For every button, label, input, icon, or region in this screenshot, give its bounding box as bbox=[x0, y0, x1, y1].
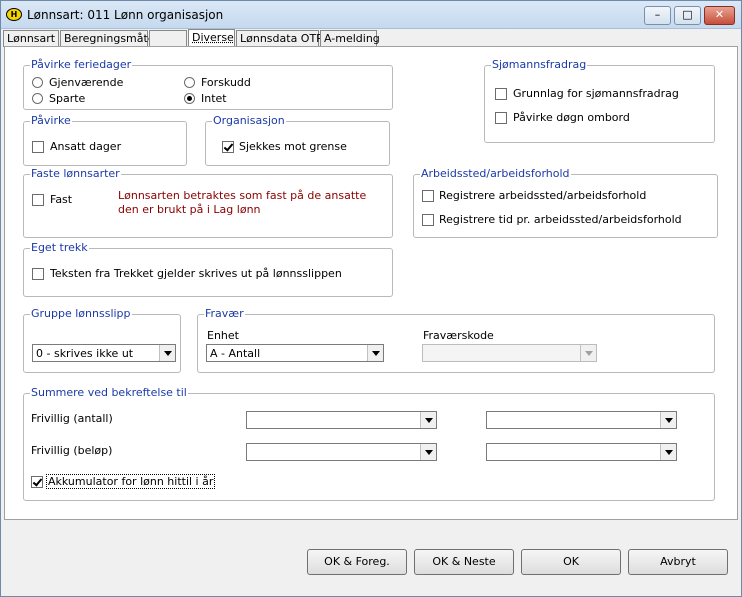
summere-title: Summere ved bekreftelse til bbox=[30, 386, 188, 399]
radio-gjenvaerende-label: Gjenværende bbox=[49, 76, 124, 89]
fravaerskode-label: Fraværskode bbox=[423, 329, 494, 342]
title-bar[interactable]: H Lønnsart: 011 Lønn organisasjon – □ ✕ bbox=[1, 1, 741, 29]
minimize-button[interactable]: – bbox=[644, 6, 671, 25]
tab-a-melding[interactable]: A-melding bbox=[320, 30, 380, 47]
sjomann-title: Sjømannsfradrag bbox=[491, 58, 588, 71]
radio-forskudd-label: Forskudd bbox=[201, 76, 251, 89]
checkbox-registrere-tid[interactable] bbox=[422, 214, 434, 226]
tab-lonnsart[interactable]: Lønnsart bbox=[3, 30, 59, 47]
checkbox-grunnlag-sjomann-label: Grunnlag for sjømannsfradrag bbox=[513, 87, 679, 100]
radio-intet[interactable] bbox=[184, 93, 195, 104]
checkbox-registrere-arbeidssted-label: Registrere arbeidssted/arbeidsforhold bbox=[439, 189, 647, 202]
enhet-value: A - Antall bbox=[210, 347, 261, 360]
arbeidssted-group: Arbeidssted/arbeidsforhold Registrere ar… bbox=[413, 167, 718, 238]
faste-group: Faste lønnsarter Fast Lønnsarten betrakt… bbox=[23, 167, 393, 238]
pavirke-title: Påvirke bbox=[30, 114, 72, 127]
gruppe-lonnsslipp-value: 0 - skrives ikke ut bbox=[36, 347, 134, 360]
gruppe-title: Gruppe lønnsslipp bbox=[30, 307, 132, 320]
close-button[interactable]: ✕ bbox=[704, 6, 735, 25]
window-title: Lønnsart: 011 Lønn organisasjon bbox=[27, 8, 224, 22]
frivillig-belop-select-1[interactable] bbox=[246, 443, 437, 461]
checkbox-fast[interactable] bbox=[32, 194, 44, 206]
chevron-down-icon[interactable] bbox=[660, 444, 676, 460]
checkbox-fast-label: Fast bbox=[50, 193, 73, 206]
checkbox-sjekkes-grense-label: Sjekkes mot grense bbox=[239, 140, 347, 153]
checkbox-sjekkes-grense[interactable] bbox=[222, 141, 234, 153]
checkbox-tekst-trekk-label: Teksten fra Trekket gjelder skrives ut p… bbox=[50, 267, 342, 280]
fravaerskode-select[interactable] bbox=[422, 344, 597, 362]
feriedager-title: Påvirke feriedager bbox=[30, 58, 133, 71]
arbeidssted-title: Arbeidssted/arbeidsforhold bbox=[420, 167, 571, 180]
checkbox-akkumulator[interactable] bbox=[31, 476, 43, 488]
faste-title: Faste lønnsarter bbox=[30, 167, 121, 180]
radio-sparte[interactable] bbox=[32, 93, 43, 104]
sjomann-group: Sjømannsfradrag Grunnlag for sjømannsfra… bbox=[484, 58, 715, 143]
faste-info-text: Lønnsarten betraktes som fast på de ansa… bbox=[118, 189, 367, 216]
gruppe-group: Gruppe lønnsslipp 0 - skrives ikke ut bbox=[23, 307, 181, 373]
checkbox-registrere-tid-label: Registrere tid pr. arbeidssted/arbeidsfo… bbox=[439, 213, 682, 226]
chevron-down-icon[interactable] bbox=[660, 412, 676, 428]
checkbox-registrere-arbeidssted[interactable] bbox=[422, 190, 434, 202]
restore-button[interactable]: □ bbox=[674, 6, 701, 25]
feriedager-group: Påvirke feriedager Gjenværende Forskudd … bbox=[23, 58, 393, 110]
chevron-down-icon[interactable] bbox=[159, 345, 175, 361]
tab-beregningsmate[interactable]: Beregningsmåte bbox=[60, 30, 155, 47]
summere-group: Summere ved bekreftelse til Frivillig (a… bbox=[23, 386, 715, 501]
frivillig-belop-label: Frivillig (beløp) bbox=[31, 444, 113, 457]
radio-sparte-label: Sparte bbox=[49, 92, 86, 105]
tab-panel-diverse: Påvirke feriedager Gjenværende Forskudd … bbox=[4, 46, 738, 520]
eget-trekk-group: Eget trekk Teksten fra Trekket gjelder s… bbox=[23, 241, 393, 297]
checkbox-akkumulator-label: Akkumulator for lønn hittil i år bbox=[46, 474, 216, 489]
tab-lonnsdata-otp[interactable]: Lønnsdata OTP bbox=[236, 30, 323, 47]
app-logo-icon: H bbox=[6, 8, 22, 21]
checkbox-ansatt-dager[interactable] bbox=[32, 141, 44, 153]
frivillig-antall-select-2[interactable] bbox=[486, 411, 677, 429]
organisasjon-group: Organisasjon Sjekkes mot grense bbox=[205, 114, 390, 166]
main-window: H Lønnsart: 011 Lønn organisasjon – □ ✕ … bbox=[0, 0, 742, 597]
frivillig-antall-label: Frivillig (antall) bbox=[31, 412, 113, 425]
frivillig-belop-select-2[interactable] bbox=[486, 443, 677, 461]
radio-intet-label: Intet bbox=[201, 92, 227, 105]
pavirke-group: Påvirke Ansatt dager bbox=[23, 114, 187, 166]
ok-foreg-button[interactable]: OK & Foreg. bbox=[307, 549, 407, 575]
ok-neste-button[interactable]: OK & Neste bbox=[414, 549, 514, 575]
gruppe-lonnsslipp-select[interactable]: 0 - skrives ikke ut bbox=[32, 344, 176, 362]
chevron-down-icon[interactable] bbox=[420, 444, 436, 460]
chevron-down-icon[interactable] bbox=[420, 412, 436, 428]
ok-button[interactable]: OK bbox=[521, 549, 621, 575]
tab-blank[interactable] bbox=[149, 30, 187, 47]
radio-gjenvaerende[interactable] bbox=[32, 77, 43, 88]
radio-forskudd[interactable] bbox=[184, 77, 195, 88]
checkbox-ansatt-dager-label: Ansatt dager bbox=[50, 140, 122, 153]
checkbox-pavirke-dogn-label: Påvirke døgn ombord bbox=[513, 111, 630, 124]
chevron-down-icon[interactable] bbox=[580, 345, 596, 361]
cancel-button[interactable]: Avbryt bbox=[628, 549, 728, 575]
eget-trekk-title: Eget trekk bbox=[30, 241, 89, 254]
fravaer-title: Fravær bbox=[204, 307, 245, 320]
enhet-label: Enhet bbox=[207, 329, 239, 342]
checkbox-grunnlag-sjomann[interactable] bbox=[495, 88, 507, 100]
organisasjon-title: Organisasjon bbox=[212, 114, 286, 127]
checkbox-tekst-trekk[interactable] bbox=[32, 268, 44, 280]
enhet-select[interactable]: A - Antall bbox=[206, 344, 384, 362]
fravaer-group: Fravær Enhet A - Antall Fraværskode bbox=[197, 307, 715, 373]
checkbox-pavirke-dogn[interactable] bbox=[495, 112, 507, 124]
frivillig-antall-select-1[interactable] bbox=[246, 411, 437, 429]
chevron-down-icon[interactable] bbox=[367, 345, 383, 361]
